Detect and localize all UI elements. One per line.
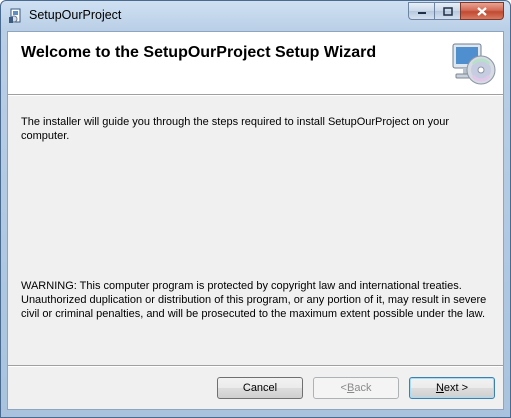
title-bar[interactable]: SetupOurProject bbox=[1, 1, 510, 31]
maximize-icon bbox=[442, 6, 453, 16]
next-button[interactable]: Next > bbox=[409, 377, 495, 399]
installer-icon bbox=[8, 8, 24, 24]
back-button[interactable]: < Back bbox=[313, 377, 399, 399]
cancel-button[interactable]: Cancel bbox=[217, 377, 303, 399]
minimize-button[interactable] bbox=[408, 2, 434, 20]
installer-window: SetupOurProject Welcome to the SetupOurP… bbox=[0, 0, 511, 418]
next-accelerator: N bbox=[435, 382, 444, 394]
window-title: SetupOurProject bbox=[29, 8, 122, 22]
wizard-heading: Welcome to the SetupOurProject Setup Wiz… bbox=[21, 44, 377, 61]
computer-cd-icon bbox=[451, 40, 497, 88]
copyright-warning: WARNING: This computer program is protec… bbox=[21, 280, 487, 320]
window-controls bbox=[408, 2, 504, 22]
minimize-icon bbox=[417, 12, 426, 14]
wizard-banner: Welcome to the SetupOurProject Setup Wiz… bbox=[8, 32, 503, 94]
close-button[interactable] bbox=[460, 2, 504, 20]
back-label: ack bbox=[354, 382, 372, 394]
intro-text: The installer will guide you through the… bbox=[21, 116, 450, 142]
back-accelerator: B bbox=[346, 382, 355, 394]
close-icon bbox=[477, 6, 487, 16]
wizard-client-area: Welcome to the SetupOurProject Setup Wiz… bbox=[7, 31, 504, 410]
next-label: ext > bbox=[443, 382, 469, 394]
maximize-button[interactable] bbox=[434, 2, 460, 20]
